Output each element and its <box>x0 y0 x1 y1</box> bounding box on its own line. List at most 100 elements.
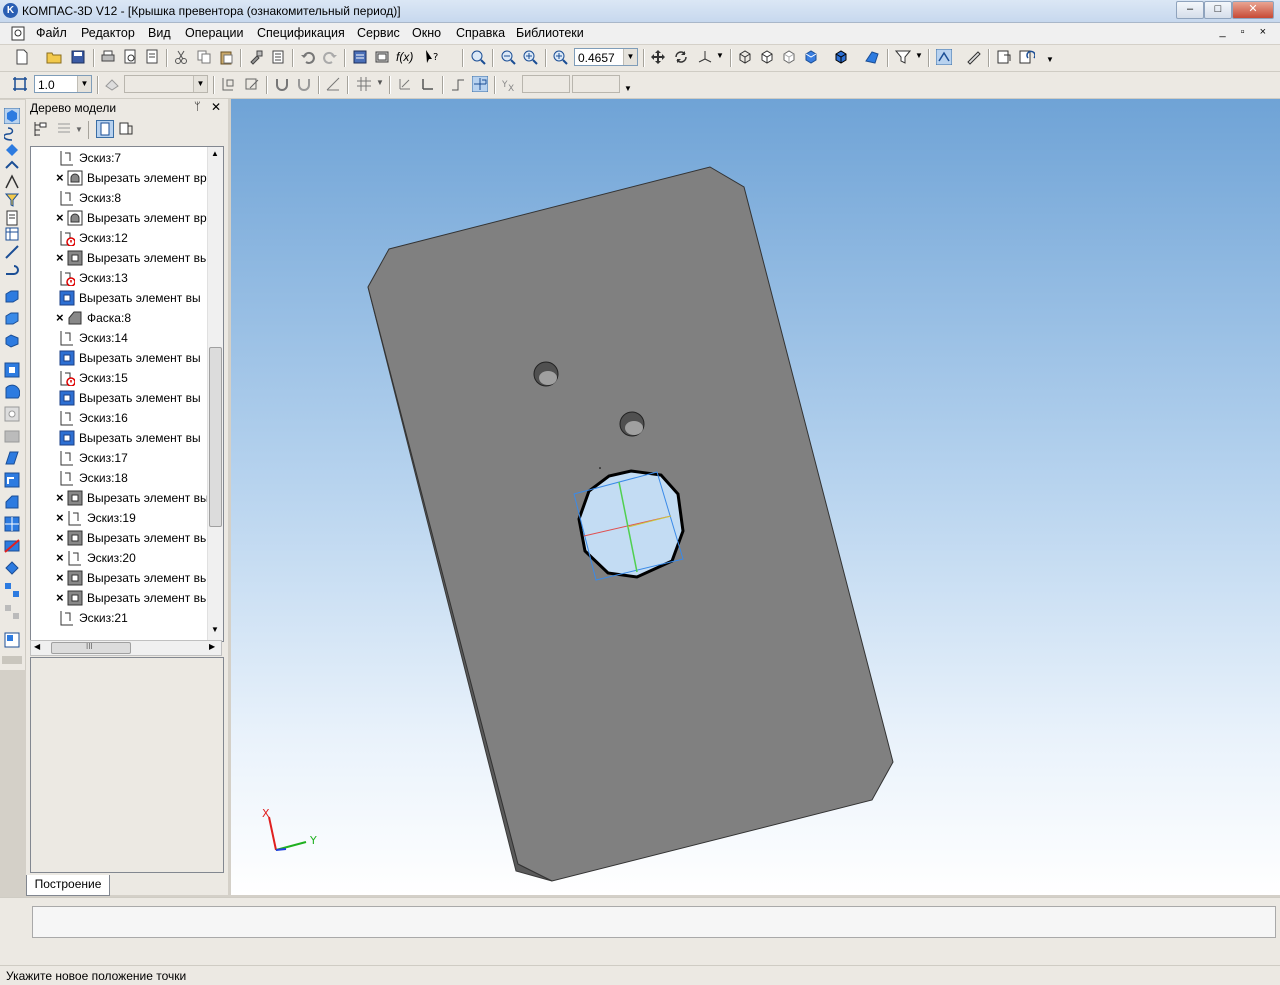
auxiliary-geometry-icon[interactable] <box>4 174 20 190</box>
copy-icon[interactable] <box>196 49 212 65</box>
manager-icon[interactable] <box>352 49 368 65</box>
surfaces-icon[interactable] <box>4 142 20 158</box>
section-icon[interactable] <box>4 538 20 554</box>
zoom-scale-icon[interactable] <box>552 49 568 65</box>
list-icon[interactable] <box>270 49 286 65</box>
shaded-icon[interactable] <box>803 49 819 65</box>
filter-tool-icon[interactable] <box>4 192 20 208</box>
undo-icon[interactable] <box>300 49 316 65</box>
refresh-icon[interactable] <box>1019 49 1035 65</box>
tree-row[interactable]: Эскиз:8 <box>31 188 221 208</box>
model-tree[interactable]: Эскиз:7 × Вырезать элемент вр Эскиз:8 × Вырез… <box>30 146 224 642</box>
properties-doc-icon[interactable] <box>144 49 160 65</box>
hole-2[interactable] <box>619 411 645 437</box>
ortho-icon[interactable] <box>325 76 341 92</box>
edit-in-place-icon[interactable] <box>244 76 260 92</box>
zoom-out-icon[interactable] <box>522 49 538 65</box>
menu-operations[interactable]: Операции <box>185 26 243 40</box>
tree-row[interactable]: × Вырезать элемент вь <box>31 248 221 268</box>
model-canvas[interactable]: X Y <box>231 99 1280 895</box>
shaded-edges-icon[interactable] <box>833 49 849 65</box>
rebuild-icon[interactable] <box>996 49 1012 65</box>
show-relations-icon[interactable] <box>118 121 134 137</box>
local-cs-icon[interactable] <box>397 76 413 92</box>
pan-icon[interactable] <box>650 49 666 65</box>
tree-row[interactable]: × Эскиз:19 <box>31 508 221 528</box>
hidden-lines-icon[interactable] <box>759 49 775 65</box>
help-cursor-icon[interactable]: ? <box>424 49 440 65</box>
new-file-icon[interactable] <box>14 49 30 65</box>
menu-window[interactable]: Окно <box>412 26 441 40</box>
tree-row[interactable]: Эскиз:14 <box>31 328 221 348</box>
open-folder-icon[interactable] <box>46 49 62 65</box>
tree-row[interactable]: Вырезать элемент вы <box>31 428 221 448</box>
tree-row[interactable]: Эскиз:18 <box>31 468 221 488</box>
document-menu-icon[interactable] <box>10 25 26 41</box>
zoom-in-icon[interactable] <box>500 49 516 65</box>
hidden-lines-thin-icon[interactable] <box>781 49 797 65</box>
kinematic-op-icon[interactable] <box>4 332 20 348</box>
tree-row[interactable]: × Вырезать элемент вь <box>31 588 221 608</box>
cut-extrude-tool-icon[interactable] <box>4 362 20 378</box>
snap-toggle-icon[interactable] <box>936 49 952 65</box>
mirror-icon[interactable] <box>4 560 20 576</box>
chevron-down-icon[interactable]: ▼ <box>1046 55 1054 64</box>
arrays-icon[interactable] <box>4 158 20 174</box>
extrude-icon[interactable] <box>4 288 20 304</box>
fillet-icon[interactable] <box>4 472 20 488</box>
tree-horizontal-scrollbar[interactable]: ◀ III ▶ <box>30 640 222 656</box>
zoom-window-icon[interactable] <box>470 49 486 65</box>
magnet-icon[interactable] <box>274 76 290 92</box>
tree-row[interactable]: × Вырезать элемент вь <box>31 568 221 588</box>
incline-icon[interactable] <box>4 516 20 532</box>
library-manager-icon[interactable] <box>374 49 390 65</box>
scroll-right-icon[interactable]: ▶ <box>209 642 215 651</box>
chevron-down-icon[interactable]: ▼ <box>716 51 724 60</box>
scroll-thumb[interactable] <box>209 347 222 527</box>
tree-vertical-scrollbar[interactable]: ▲ ▼ <box>207 147 223 641</box>
scroll-up-icon[interactable]: ▲ <box>211 149 219 158</box>
round-corner-icon[interactable] <box>450 76 466 92</box>
menu-file[interactable]: Файл <box>36 26 67 40</box>
cursor-point-icon[interactable] <box>472 76 488 92</box>
editing-details-icon[interactable] <box>4 108 20 124</box>
tree-row[interactable]: Эскиз:21 <box>31 608 221 628</box>
show-sequence-icon[interactable] <box>96 120 114 138</box>
rib-icon[interactable] <box>4 450 20 466</box>
chamfer-tool-icon[interactable] <box>4 494 20 510</box>
tree-row[interactable]: Вырезать элемент вы <box>31 288 221 308</box>
menu-edit[interactable]: Редактор <box>81 26 135 40</box>
grid-icon[interactable] <box>356 76 372 92</box>
tree-row[interactable]: × Вырезать элемент вр <box>31 208 221 228</box>
chevron-down-icon[interactable]: ▼ <box>77 76 91 92</box>
orientation-icon[interactable] <box>697 49 713 65</box>
chevron-down-icon[interactable]: ▼ <box>75 125 83 134</box>
property-field[interactable] <box>32 906 1276 938</box>
reports-icon[interactable] <box>4 226 20 242</box>
tree-row[interactable]: Вырезать элемент вы <box>31 348 221 368</box>
close-panel-icon[interactable]: ✕ <box>211 100 221 114</box>
shell-icon[interactable] <box>4 428 20 444</box>
format-brush-icon[interactable] <box>248 49 264 65</box>
hole-1[interactable] <box>533 361 559 387</box>
menu-specification[interactable]: Спецификация <box>257 26 345 40</box>
tab-build[interactable]: Построение <box>26 875 110 896</box>
print-icon[interactable] <box>100 49 116 65</box>
sheet-metal-icon[interactable] <box>4 262 20 278</box>
step-combo[interactable]: 1.0 ▼ <box>34 75 92 93</box>
menu-help[interactable]: Справка <box>456 26 505 40</box>
paste-icon[interactable] <box>218 49 234 65</box>
snap-settings-icon[interactable] <box>296 76 312 92</box>
chevron-down-icon[interactable]: ▼ <box>915 51 923 60</box>
scroll-down-icon[interactable]: ▼ <box>211 625 219 634</box>
chevron-down-icon[interactable]: ▼ <box>376 78 384 87</box>
model-viewport[interactable]: X Y <box>231 99 1280 895</box>
filter-icon[interactable] <box>895 49 911 65</box>
tree-row[interactable]: Эскиз:13 <box>31 268 221 288</box>
close-button[interactable]: ✕ <box>1232 1 1274 19</box>
grid-step-icon[interactable] <box>12 76 28 92</box>
minimize-button[interactable]: – <box>1176 1 1204 19</box>
tree-row[interactable]: Эскиз:7 <box>31 148 221 168</box>
maximize-button[interactable]: □ <box>1204 1 1232 19</box>
tree-list-icon[interactable] <box>56 121 72 137</box>
